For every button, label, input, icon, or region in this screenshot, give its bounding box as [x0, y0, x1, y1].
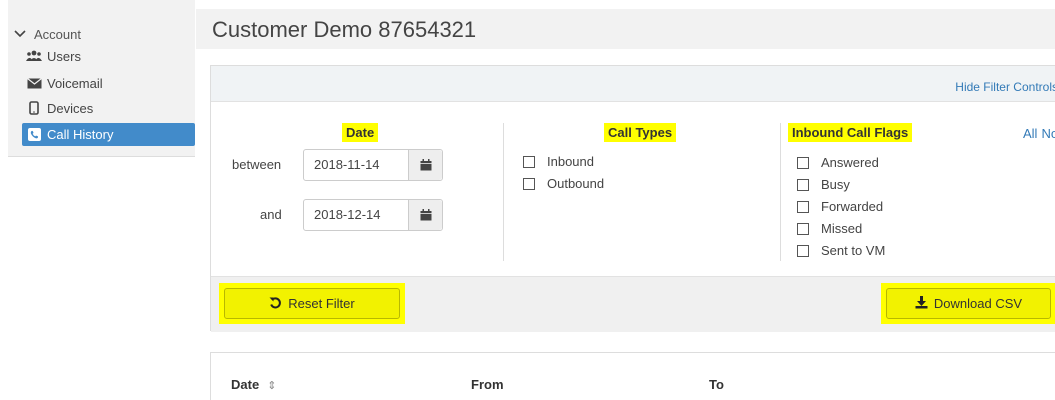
reset-filter-button[interactable]: Reset Filter	[224, 288, 400, 319]
and-label: and	[260, 207, 282, 222]
select-all-link[interactable]: All	[1023, 126, 1037, 141]
calendar-icon[interactable]	[408, 150, 442, 180]
sidebar-item-label: Users	[47, 48, 81, 64]
call-types-heading: Call Types	[604, 123, 677, 142]
sidebar-item-call-history[interactable]: Call History	[22, 123, 195, 146]
end-date-input[interactable]: 2018-12-14	[303, 199, 443, 231]
reset-filter-highlight: Reset Filter	[219, 283, 405, 324]
calendar-icon[interactable]	[408, 200, 442, 230]
flag-missed[interactable]: Missed	[797, 221, 862, 236]
all-none-links: All None	[1023, 126, 1055, 141]
chevron-down-icon	[14, 27, 28, 41]
sidebar-account-label: Account	[34, 26, 81, 42]
section-divider	[503, 123, 504, 261]
mobile-icon	[26, 101, 42, 115]
sidebar-item-label: Voicemail	[47, 75, 103, 91]
call-type-outbound[interactable]: Outbound	[523, 176, 604, 191]
checkbox-label: Busy	[821, 177, 850, 192]
section-divider	[780, 123, 781, 261]
checkbox[interactable]	[797, 244, 809, 257]
call-history-table: Date ⇕ From To	[210, 352, 1055, 400]
select-none-link[interactable]: None	[1041, 126, 1055, 141]
users-icon	[26, 49, 42, 63]
flag-sent-to-vm[interactable]: Sent to VM	[797, 243, 885, 258]
sidebar-item-users[interactable]: Users	[8, 45, 195, 67]
title-bar: Customer Demo 87654321	[196, 9, 1055, 49]
sidebar-item-devices[interactable]: Devices	[8, 96, 195, 120]
sidebar-item-voicemail[interactable]: Voicemail	[8, 71, 195, 95]
column-header-label: Date	[231, 377, 260, 392]
hide-filter-controls-link[interactable]: Hide Filter Controls	[955, 80, 1055, 94]
column-header-date[interactable]: Date ⇕	[231, 377, 276, 392]
sort-icon[interactable]: ⇕	[267, 380, 276, 392]
filter-panel: Hide Filter Controls Date between 2018-1…	[210, 65, 1055, 332]
filter-panel-header: Hide Filter Controls	[211, 66, 1055, 102]
start-date-value: 2018-11-14	[314, 157, 380, 172]
filter-panel-footer: Reset Filter Download CSV	[211, 276, 1055, 332]
checkbox-label: Missed	[821, 221, 863, 236]
checkbox[interactable]	[797, 156, 809, 169]
flag-forwarded[interactable]: Forwarded	[797, 199, 883, 214]
checkbox[interactable]	[797, 178, 809, 191]
end-date-value: 2018-12-14	[314, 207, 381, 222]
envelope-icon	[26, 76, 42, 90]
between-label: between	[232, 157, 282, 172]
checkbox-label: Outbound	[547, 176, 605, 191]
flag-busy[interactable]: Busy	[797, 177, 850, 192]
checkbox-label: Forwarded	[821, 199, 884, 214]
checkbox-label: Inbound	[547, 154, 594, 169]
download-csv-highlight: Download CSV	[881, 283, 1055, 324]
start-date-input[interactable]: 2018-11-14	[303, 149, 443, 181]
inbound-call-flags-heading: Inbound Call Flags	[788, 123, 913, 142]
checkbox-label: Sent to VM	[821, 243, 886, 258]
download-icon	[915, 295, 928, 312]
checkbox[interactable]	[797, 200, 809, 213]
column-header-from: From	[471, 377, 504, 392]
sidebar-item-label: Devices	[47, 100, 94, 116]
undo-icon	[269, 296, 282, 312]
column-header-to: To	[709, 377, 724, 392]
checkbox-label: Answered	[821, 155, 879, 170]
reset-filter-label: Reset Filter	[288, 296, 355, 311]
phone-square-icon	[26, 128, 42, 142]
sidebar-item-label: Call History	[47, 127, 114, 142]
download-csv-label: Download CSV	[933, 296, 1023, 311]
checkbox[interactable]	[797, 222, 809, 235]
call-type-inbound[interactable]: Inbound	[523, 154, 594, 169]
sidebar-account-toggle[interactable]: Account	[8, 22, 195, 46]
date-heading: Date	[342, 123, 379, 142]
checkbox[interactable]	[523, 155, 535, 168]
download-csv-button[interactable]: Download CSV	[886, 288, 1051, 319]
page-title: Customer Demo 87654321	[212, 17, 477, 42]
sidebar: Account Users Voicemail Devices Call His…	[8, 0, 195, 157]
flag-answered[interactable]: Answered	[797, 155, 879, 170]
checkbox[interactable]	[523, 177, 535, 190]
